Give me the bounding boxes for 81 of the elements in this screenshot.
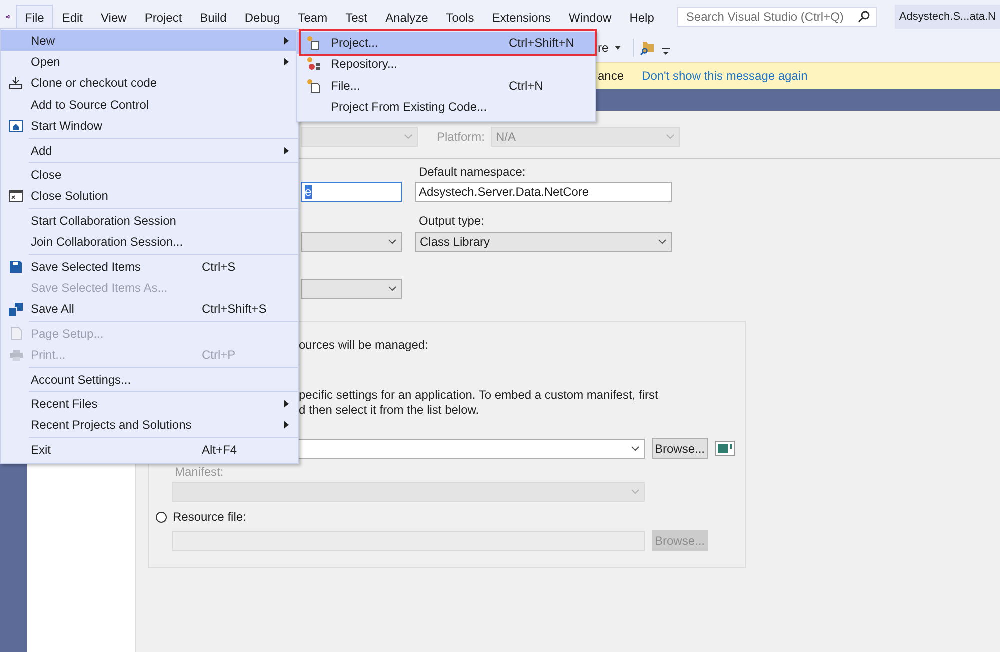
menu-item[interactable]: Project	[136, 4, 192, 30]
save-all-icon	[9, 302, 23, 316]
chevron-down-icon	[631, 489, 640, 495]
search-field[interactable]: Search Visual Studio (Ctrl+Q)	[677, 7, 878, 27]
menu-entry[interactable]: Save All Ctrl+Shift+S	[1, 298, 298, 320]
submenu-arrow-icon	[284, 36, 289, 45]
menu-entry[interactable]: Project From Existing Code...	[297, 96, 595, 118]
menu-item[interactable]: Test	[336, 4, 377, 30]
menu-item[interactable]: Analyze	[376, 4, 438, 30]
menu-item[interactable]: View	[92, 4, 136, 30]
submenu-arrow-icon	[284, 400, 289, 408]
folder-search-icon[interactable]	[640, 40, 656, 56]
page-icon	[10, 327, 22, 340]
resource-file-radio[interactable]	[156, 512, 167, 522]
menu-item[interactable]: Help	[620, 4, 664, 30]
printer-icon	[10, 350, 22, 361]
chevron-down-icon	[388, 239, 397, 245]
submenu-arrow-icon	[284, 58, 289, 66]
manifest-select[interactable]	[172, 482, 645, 502]
icon-preview-icon	[715, 441, 735, 456]
menu-entry[interactable]: Close	[1, 164, 298, 186]
chevron-down-icon	[388, 286, 397, 292]
info-message: ance	[598, 69, 624, 83]
menu-item[interactable]: Edit	[53, 4, 92, 30]
resources-text: ources will be managed:	[299, 338, 428, 353]
output-type-select[interactable]: Class Library	[415, 232, 672, 252]
menu-entry[interactable]: Close Solution	[1, 186, 298, 208]
home-window-icon	[9, 120, 23, 132]
chevron-down-icon	[631, 446, 640, 452]
menu-item[interactable]: File	[16, 4, 54, 30]
menu-entry[interactable]: Repository...	[297, 54, 595, 75]
menu-entry[interactable]: Start Window	[1, 116, 298, 137]
overflow-icon[interactable]	[662, 48, 670, 56]
menu-entry[interactable]: Start Collaboration Session	[1, 210, 298, 232]
menu-entry[interactable]: Add to Source Control	[1, 94, 298, 116]
menu-item[interactable]: Team	[289, 4, 337, 30]
new-file-icon	[307, 78, 321, 93]
assembly-name-field[interactable]: e	[301, 182, 402, 202]
manifest-label: Manifest:	[175, 465, 224, 479]
menu-entry[interactable]: Join Collaboration Session...	[1, 232, 298, 253]
namespace-field[interactable]: Adsystech.Server.Data.NetCore	[415, 182, 672, 202]
target-framework-select[interactable]	[301, 232, 402, 252]
menu-entry[interactable]: Recent Files	[1, 393, 298, 415]
menu-item[interactable]: Debug	[236, 4, 290, 30]
close-window-icon	[9, 190, 23, 202]
menu-entry[interactable]: New	[1, 30, 298, 52]
chevron-down-icon	[404, 134, 413, 140]
menu-entry[interactable]: Open	[1, 51, 298, 73]
menu-entry[interactable]: Project... Ctrl+Shift+N	[297, 32, 595, 54]
dismiss-link[interactable]: Don't show this message again	[642, 69, 808, 83]
solution-title: Adsystech.S...ata.N	[895, 5, 1000, 29]
save-icon	[10, 260, 22, 273]
chevron-down-icon	[658, 239, 667, 245]
startup-object-select[interactable]	[301, 279, 402, 299]
search-icon	[858, 11, 870, 23]
menu-entry[interactable]: Add	[1, 140, 298, 162]
menu-entry[interactable]: Exit Alt+F4	[1, 439, 298, 460]
namespace-label: Default namespace:	[419, 165, 526, 179]
menu-entry[interactable]: Save Selected Items Ctrl+S	[1, 256, 298, 278]
menu-item[interactable]: Tools	[437, 4, 484, 30]
menu-entry[interactable]: Recent Projects and Solutions	[1, 414, 298, 436]
menu-entry[interactable]: Clone or checkout code	[1, 72, 298, 94]
menu-item[interactable]: Extensions	[483, 4, 560, 30]
submenu-arrow-icon	[284, 421, 289, 430]
platform-label: Platform:	[437, 130, 486, 144]
submenu-arrow-icon	[284, 146, 289, 155]
menu-item[interactable]: Build	[191, 4, 236, 30]
menu-entry[interactable]: Account Settings...	[1, 368, 298, 390]
browse-button[interactable]: Browse...	[652, 438, 708, 459]
download-tray-icon	[9, 76, 23, 90]
manifest-description: pecific settings for an application. To embed a custom manifest, first d then select it from the list below.	[299, 388, 658, 418]
chevron-down-icon	[666, 134, 675, 140]
menu-entry[interactable]: File... Ctrl+N	[297, 75, 595, 96]
resource-file-label: Resource file:	[173, 510, 246, 524]
new-project-icon	[307, 36, 321, 50]
configuration-select[interactable]	[301, 127, 418, 147]
repository-icon	[307, 57, 321, 72]
dropdown-caret-icon[interactable]	[614, 46, 621, 50]
menu-item[interactable]: Window	[560, 4, 621, 30]
toolbar-dropdown-text[interactable]: re	[598, 41, 609, 55]
output-type-label: Output type:	[419, 214, 484, 228]
